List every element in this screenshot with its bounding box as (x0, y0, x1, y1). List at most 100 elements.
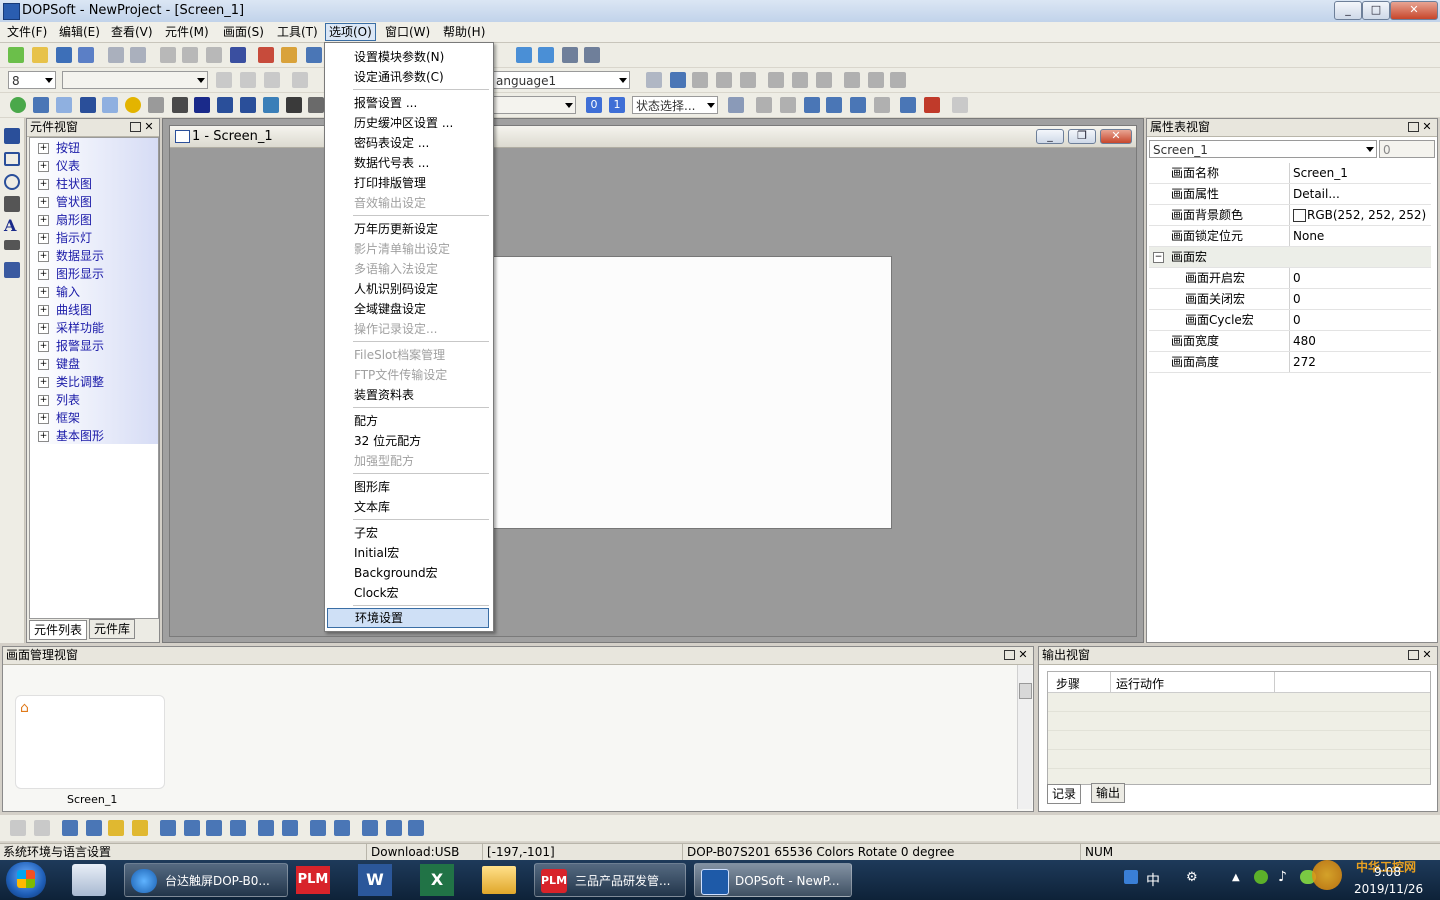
trend-icon[interactable] (217, 97, 233, 113)
color-swatch[interactable] (1293, 209, 1306, 222)
image-display-icon[interactable] (172, 97, 188, 113)
lamp-icon[interactable] (125, 97, 141, 113)
menu-item-print-layout[interactable]: 打印排版管理 (327, 173, 489, 193)
send-back-icon[interactable] (780, 97, 796, 113)
prop-row[interactable]: 画面高度 272 (1149, 352, 1431, 373)
align-grid-6-icon[interactable] (816, 72, 832, 88)
menu-item-initial-macro[interactable]: Initial宏 (327, 543, 489, 563)
spin-field[interactable]: 0 (1379, 140, 1435, 158)
find-icon[interactable] (230, 47, 246, 63)
menu-item-recipe[interactable]: 配方 (327, 411, 489, 431)
state-1-button[interactable]: 1 (609, 97, 625, 113)
menu-item-device-table[interactable]: 装置资料表 (327, 385, 489, 405)
expand-icon[interactable]: + (38, 413, 49, 424)
numeric-input-icon[interactable] (194, 97, 210, 113)
clock-time[interactable]: 9:08 (1374, 865, 1401, 879)
expand-icon[interactable]: + (38, 179, 49, 190)
expand-icon[interactable]: + (38, 197, 49, 208)
align-grid-9-icon[interactable] (890, 72, 906, 88)
expand-icon[interactable]: + (38, 251, 49, 262)
align-right-obj-icon[interactable] (184, 820, 200, 836)
close-button[interactable]: ✕ (1390, 1, 1438, 20)
screen-close-button[interactable]: ✕ (1100, 129, 1132, 144)
screen-minimize-button[interactable]: _ (1036, 129, 1064, 144)
user-tray-icon[interactable] (1124, 870, 1138, 884)
tray-expand-icon[interactable]: ▲ (1232, 872, 1240, 883)
task-dopsoft[interactable]: DOPSoft - NewP... (694, 863, 852, 897)
menu-item-history-buffer[interactable]: 历史缓冲区设置 ... (327, 113, 489, 133)
redo-icon[interactable] (130, 47, 146, 63)
table-icon[interactable] (4, 262, 20, 278)
language-combo[interactable]: anguage1 (492, 71, 630, 89)
tree-item-basic-shape[interactable]: + 基本图形 (38, 427, 178, 445)
menu-tools[interactable]: 工具(T) (274, 24, 321, 40)
scrollbar-thumb[interactable] (1019, 683, 1032, 699)
tree-item-button[interactable]: + 按钮 (38, 139, 178, 157)
pipe-icon[interactable] (80, 97, 96, 113)
menu-item-data-code[interactable]: 数据代号表 ... (327, 153, 489, 173)
word-icon[interactable]: W (358, 864, 392, 896)
window-icon[interactable] (874, 97, 890, 113)
plm-app-icon[interactable]: PLM (296, 866, 330, 894)
open-folder-icon[interactable] (32, 47, 48, 63)
flip-v-icon[interactable] (584, 47, 600, 63)
align-grid-4-icon[interactable] (768, 72, 784, 88)
panel-restore-icon[interactable] (1408, 122, 1419, 132)
save-icon[interactable] (56, 47, 72, 63)
explorer-folder-icon[interactable] (482, 866, 516, 894)
prop-row[interactable]: 画面开启宏 0 (1149, 268, 1431, 289)
font-name-combo[interactable] (62, 71, 208, 89)
tree-item-alarm[interactable]: + 报警显示 (38, 337, 178, 355)
tree-item-image-display[interactable]: + 图形显示 (38, 265, 178, 283)
tree-item-input[interactable]: + 输入 (38, 283, 178, 301)
calculator-icon[interactable] (72, 864, 106, 896)
panel-close-icon[interactable]: ✕ (1017, 649, 1029, 661)
bring-front-icon[interactable] (756, 97, 772, 113)
group-icon[interactable] (10, 820, 26, 836)
forward-icon[interactable] (108, 820, 124, 836)
tree-item-lamp[interactable]: + 指示灯 (38, 229, 178, 247)
expand-icon[interactable]: + (38, 377, 49, 388)
tree-item-pipe[interactable]: + 管状图 (38, 193, 178, 211)
align-center-icon[interactable] (240, 72, 256, 88)
numeric-display-icon[interactable] (148, 97, 164, 113)
backward-icon[interactable] (132, 820, 148, 836)
menu-item-module-params[interactable]: 设置模块参数(N) (327, 47, 489, 67)
align-grid-7-icon[interactable] (844, 72, 860, 88)
screen-restore-button[interactable]: ❐ (1068, 129, 1096, 144)
tree-item-keyboard[interactable]: + 键盘 (38, 355, 178, 373)
align-bottom-obj-icon[interactable] (230, 820, 246, 836)
export-icon[interactable] (850, 97, 866, 113)
menu-item-environment-settings[interactable]: 环境设置 (327, 608, 489, 628)
text-top-icon[interactable] (292, 72, 308, 88)
menu-view[interactable]: 查看(V) (108, 24, 156, 40)
same-height-icon[interactable] (386, 820, 402, 836)
expand-icon[interactable]: + (38, 269, 49, 280)
expand-icon[interactable]: + (38, 287, 49, 298)
save-as-icon[interactable] (78, 47, 94, 63)
same-width-icon[interactable] (362, 820, 378, 836)
import-icon[interactable] (826, 97, 842, 113)
menu-item-hmi-id[interactable]: 人机识别码设定 (327, 279, 489, 299)
menu-item-sub-macro[interactable]: 子宏 (327, 523, 489, 543)
screen-thumbnail[interactable]: ⌂ (15, 695, 165, 789)
ime-indicator[interactable]: 中 (1146, 870, 1160, 890)
task-browser[interactable]: 台达触屏DOP-B0... (124, 863, 288, 897)
start-button[interactable] (6, 862, 46, 898)
pie-icon[interactable] (102, 97, 118, 113)
align-grid-1-icon[interactable] (692, 72, 708, 88)
tree-item-sampling[interactable]: + 采样功能 (38, 319, 178, 337)
font-size-combo[interactable]: 8 (8, 71, 56, 89)
text-tool-icon[interactable]: A (4, 216, 16, 235)
menu-edit[interactable]: 编辑(E) (56, 24, 103, 40)
on-button-icon[interactable] (10, 97, 26, 113)
properties-icon[interactable] (728, 97, 744, 113)
cut-icon[interactable] (160, 47, 176, 63)
tree-item-list[interactable]: + 列表 (38, 391, 178, 409)
expand-icon[interactable]: + (38, 215, 49, 226)
keyboard-icon[interactable] (286, 97, 302, 113)
prop-row[interactable]: 画面宽度 480 (1149, 331, 1431, 352)
line-tool-icon[interactable] (646, 72, 662, 88)
sampling-icon[interactable] (240, 97, 256, 113)
open-screen-icon[interactable] (281, 47, 297, 63)
